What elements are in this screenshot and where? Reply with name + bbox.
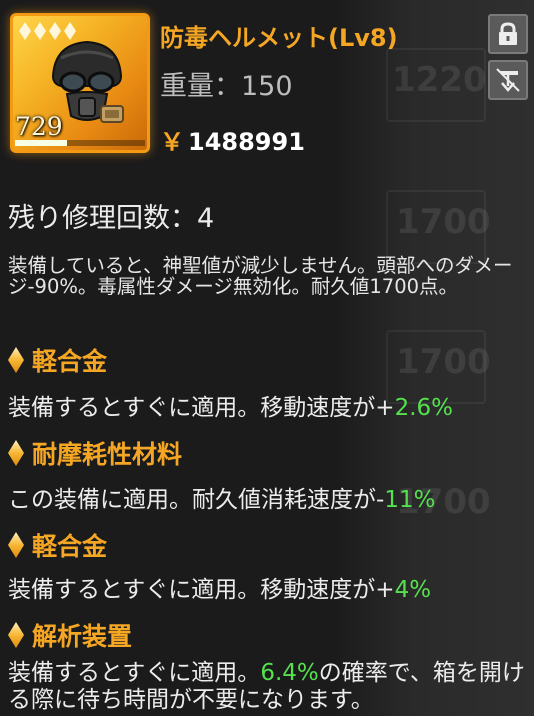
diamond-icon [8, 347, 24, 373]
effect-text: 装備するとすぐに適用。移動速度が+ [8, 395, 395, 421]
durability-bar-fill [15, 140, 67, 146]
effect-description: 装備するとすぐに適用。移動速度が+2.6% [8, 388, 453, 422]
effect-description: 装備するとすぐに適用。6.4%の確率で、箱を開ける際に待ち時間が不要になります。 [8, 660, 528, 714]
effect-name-label: 耐摩耗性材料 [32, 440, 183, 469]
durability-bar [15, 140, 145, 146]
effect-value: 4% [394, 577, 432, 603]
rarity-star-icon [19, 22, 31, 40]
effect-value: 6.4% [260, 660, 319, 686]
discard-icon [496, 68, 520, 92]
diamond-icon [8, 532, 24, 558]
background-price: 1700 [396, 202, 491, 242]
effect-name: 軽合金 [8, 527, 107, 563]
repair-count: 残り修理回数：4 [8, 203, 215, 234]
diamond-icon [8, 622, 24, 648]
lock-icon [499, 22, 517, 45]
price-value: 1488991 [188, 128, 305, 156]
yen-icon: ￥ [160, 127, 184, 156]
diamond-icon [8, 440, 24, 466]
effect-text: 装備するとすぐに適用。移動速度が+ [8, 577, 395, 603]
effect-name-label: 軽合金 [32, 532, 108, 561]
item-icon-frame[interactable]: 729 [10, 13, 150, 153]
effect-name-label: 軽合金 [32, 347, 108, 376]
effect-name-label: 解析装置 [32, 622, 133, 651]
effect-description: この装備に適用。耐久値消耗速度が-11% [8, 480, 435, 514]
discard-button[interactable] [488, 60, 528, 100]
effect-text: 装備するとすぐに適用。 [8, 660, 261, 686]
background-price: 1700 [396, 342, 491, 382]
lock-button[interactable] [488, 14, 528, 54]
effect-text: この装備に適用。耐久値消耗速度が- [8, 487, 385, 513]
effect-name: 軽合金 [8, 342, 107, 378]
effect-value: 2.6% [394, 395, 454, 421]
effect-name: 耐摩耗性材料 [8, 435, 182, 471]
item-description: 装備していると、神聖値が減少しません。頭部へのダメージ-90%。毒属性ダメージ無… [8, 254, 513, 298]
effect-value: 11% [384, 487, 436, 513]
effect-description: 装備するとすぐに適用。移動速度が+4% [8, 570, 431, 604]
item-price: ￥ 1488991 [160, 122, 305, 157]
item-weight: 重量：150 [160, 71, 293, 102]
background-price: 1220 [392, 60, 487, 100]
item-number: 729 [15, 112, 63, 141]
effect-name: 解析装置 [8, 617, 132, 653]
item-name: 防毒ヘルメット(Lv8) [160, 24, 398, 52]
